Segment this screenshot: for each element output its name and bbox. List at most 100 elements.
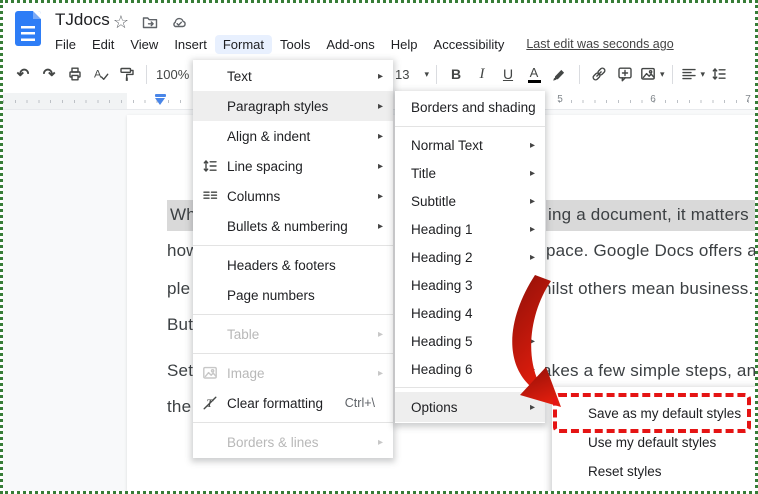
menubar-item-add-ons[interactable]: Add-ons (318, 35, 382, 54)
zoom-value: 100% (154, 67, 191, 82)
insert-link-icon[interactable] (587, 62, 611, 86)
italic-glyph: I (480, 66, 485, 83)
menu-item-label: Image (227, 366, 373, 381)
menu-item-label: Heading 3 (411, 278, 525, 293)
italic-button[interactable]: I (470, 62, 494, 86)
toolbar-left: ↶↷A100%▾ (11, 59, 199, 89)
menu-item-align-indent[interactable]: Align & indent▸ (193, 121, 393, 151)
google-docs-logo-icon[interactable] (15, 11, 41, 46)
redo-icon[interactable]: ↷ (37, 62, 61, 86)
menu-item-label: Bullets & numbering (227, 219, 373, 234)
menu-item-label: Text (227, 69, 373, 84)
menu-item-label: Heading 4 (411, 306, 525, 321)
font-size-value: 13 (391, 67, 421, 82)
highlight-color-icon[interactable] (548, 62, 572, 86)
submenu-arrow-icon: ▸ (525, 364, 535, 375)
bold-glyph: B (451, 66, 461, 82)
menu-item-borders-and-shading[interactable]: Borders and shading (395, 92, 545, 122)
bold-button[interactable]: B (444, 62, 468, 86)
move-folder-icon[interactable] (140, 12, 160, 32)
document-text: akes a few simple steps, and (542, 358, 758, 384)
menu-item-title[interactable]: Title▸ (395, 159, 545, 187)
menu-divider (193, 245, 393, 246)
cloud-saved-icon[interactable] (169, 12, 189, 32)
menu-divider (193, 314, 393, 315)
menu-item-label: Normal Text (411, 138, 525, 153)
menubar-item-edit[interactable]: Edit (84, 35, 122, 54)
menu-item-heading-4[interactable]: Heading 4▸ (395, 299, 545, 327)
menu-item-paragraph-styles[interactable]: Paragraph styles▸ (193, 91, 393, 121)
menu-item-label: Heading 6 (411, 362, 525, 377)
star-icon[interactable]: ☆ (111, 12, 131, 32)
document-text: hilst others mean business. (542, 276, 753, 302)
menu-item-label: Align & indent (227, 129, 373, 144)
menu-item-normal-text[interactable]: Normal Text▸ (395, 131, 545, 159)
menu-item-label: Heading 1 (411, 222, 525, 237)
menu-item-bullets-numbering[interactable]: Bullets & numbering▸ (193, 211, 393, 241)
menubar-item-format[interactable]: Format (215, 35, 272, 54)
submenu-arrow-icon: ▸ (373, 329, 383, 340)
underline-button[interactable]: U (496, 62, 520, 86)
menu-item-headers-footers[interactable]: Headers & footers (193, 250, 393, 280)
menubar-item-file[interactable]: File (47, 35, 84, 54)
font-size-select[interactable]: 13▾ (391, 62, 429, 86)
menu-item-page-numbers[interactable]: Page numbers (193, 280, 393, 310)
menu-item-heading-1[interactable]: Heading 1▸ (395, 215, 545, 243)
insert-image-icon[interactable]: ▾ (639, 62, 665, 86)
submenu-arrow-icon: ▸ (373, 161, 383, 172)
submenu-arrow-icon: ▸ (373, 131, 383, 142)
print-icon[interactable] (63, 62, 87, 86)
menubar: FileEditViewInsertFormatToolsAdd-onsHelp… (47, 35, 512, 54)
menu-divider (193, 422, 393, 423)
menu-item-options[interactable]: Options▸ (395, 392, 545, 422)
menu-item-clear-formatting[interactable]: TClear formattingCtrl+\ (193, 388, 393, 418)
submenu-arrow-icon: ▸ (525, 224, 535, 235)
menu-item-label: Columns (227, 189, 373, 204)
document-title[interactable]: TJdocs (55, 10, 110, 30)
align-icon[interactable]: ▾ (680, 62, 706, 86)
menu-item-image[interactable]: Image▸ (193, 358, 393, 388)
undo-icon[interactable]: ↶ (11, 62, 35, 86)
menubar-item-tools[interactable]: Tools (272, 35, 318, 54)
indent-marker[interactable] (155, 94, 167, 105)
line-spacing-icon (201, 157, 227, 175)
menu-item-line-spacing[interactable]: Line spacing▸ (193, 151, 393, 181)
submenu-arrow-icon: ▸ (373, 71, 383, 82)
google-docs-window: TJdocs ☆ FileEditViewInsertFormatToolsAd… (0, 0, 758, 494)
submenu-arrow-icon: ▸ (373, 101, 383, 112)
menu-item-text[interactable]: Text▸ (193, 61, 393, 91)
menu-item-label: Heading 5 (411, 334, 525, 349)
submenu-arrow-icon: ▸ (373, 221, 383, 232)
ruler-ticks (559, 100, 755, 103)
menu-item-label: Options (411, 400, 525, 415)
menu-item-columns[interactable]: Columns▸ (193, 181, 393, 211)
document-text: Set (167, 358, 193, 384)
menu-divider (395, 387, 545, 388)
submenu-arrow-icon: ▸ (525, 196, 535, 207)
toolbar-right: 13▾ B IUA ▾ ▾ (391, 59, 731, 89)
menubar-item-help[interactable]: Help (383, 35, 426, 54)
text-color-button[interactable]: A (522, 62, 546, 86)
last-edit-status[interactable]: Last edit was seconds ago (526, 37, 673, 51)
document-text: pace. Google Docs offers a (546, 238, 757, 264)
menu-item-heading-2[interactable]: Heading 2▸ (395, 243, 545, 271)
ruler-number: 5 (557, 94, 563, 105)
document-text: the (167, 394, 191, 420)
menu-item-subtitle[interactable]: Subtitle▸ (395, 187, 545, 215)
line-spacing-icon[interactable] (707, 62, 731, 86)
menubar-item-view[interactable]: View (122, 35, 166, 54)
menubar-item-insert[interactable]: Insert (166, 35, 215, 54)
menubar-item-accessibility[interactable]: Accessibility (426, 35, 513, 54)
menu-item-table[interactable]: Table▸ (193, 319, 393, 349)
menu-item-borders-lines[interactable]: Borders & lines▸ (193, 427, 393, 457)
spell-check-icon[interactable]: A (89, 62, 113, 86)
menu-item-heading-5[interactable]: Heading 5▸ (395, 327, 545, 355)
insert-comment-icon[interactable] (613, 62, 637, 86)
menu-item-heading-3[interactable]: Heading 3▸ (395, 271, 545, 299)
document-text: But (167, 312, 193, 338)
menu-item-reset-styles[interactable]: Reset styles (552, 457, 758, 486)
menu-item-label: Clear formatting (227, 396, 345, 411)
menu-item-label: Line spacing (227, 159, 373, 174)
menu-item-heading-6[interactable]: Heading 6▸ (395, 355, 545, 383)
paint-format-icon[interactable] (115, 62, 139, 86)
